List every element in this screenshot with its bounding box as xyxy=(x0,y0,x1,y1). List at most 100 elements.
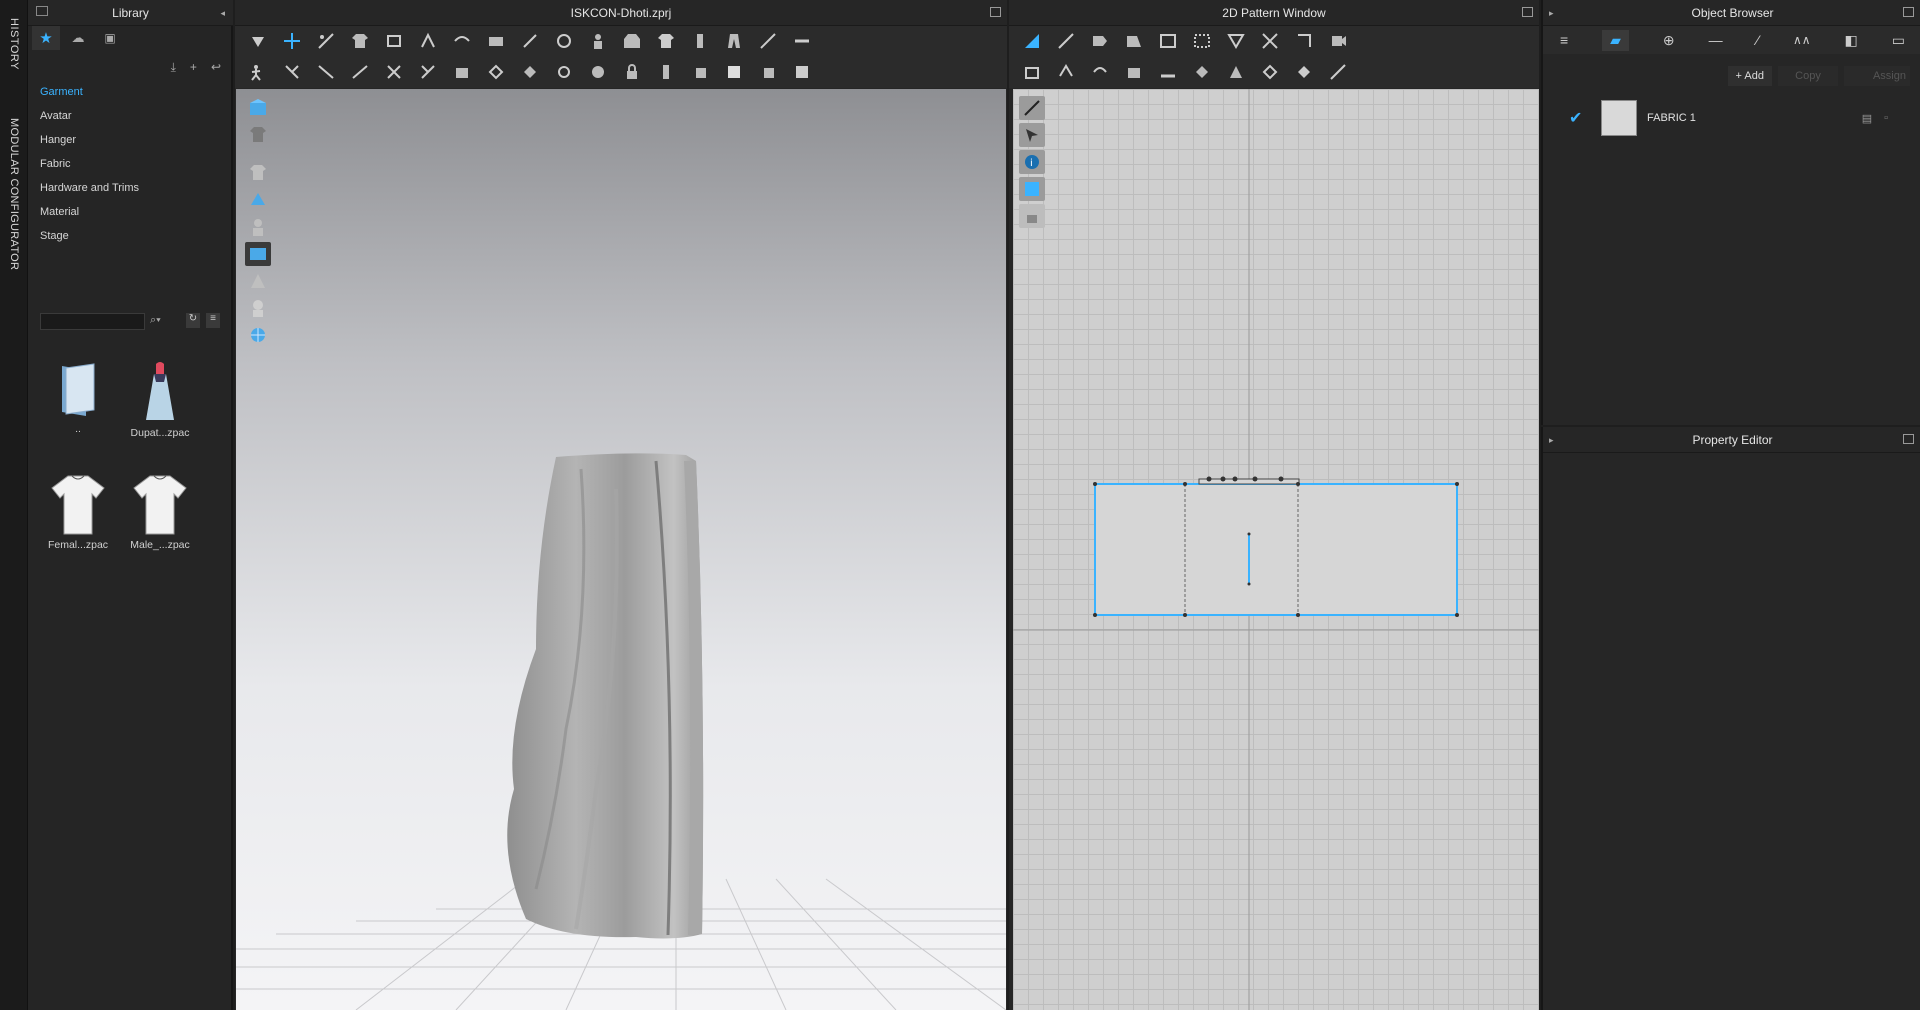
category-material[interactable]: Material xyxy=(28,200,233,224)
pattern-lock-icon[interactable] xyxy=(1019,204,1045,228)
zipper-tool-icon[interactable] xyxy=(483,61,509,83)
pattern-zipper-icon[interactable] xyxy=(1257,61,1283,83)
shirt-display-icon[interactable] xyxy=(245,123,271,147)
measure-tool-icon[interactable] xyxy=(755,30,781,52)
topstitch-tab-icon[interactable]: ⁄ xyxy=(1757,32,1759,48)
rectangle-icon[interactable] xyxy=(1121,30,1147,52)
category-hanger[interactable]: Hanger xyxy=(28,128,233,152)
fabric-delete-icon[interactable]: ▫ xyxy=(1884,112,1888,124)
pattern-line-icon[interactable] xyxy=(1325,61,1351,83)
pattern-free-icon[interactable] xyxy=(1121,61,1147,83)
button-tool-icon[interactable] xyxy=(449,61,475,83)
sewing-icon[interactable] xyxy=(279,61,305,83)
pin-tool-icon[interactable] xyxy=(517,30,543,52)
avatar-tool-icon[interactable] xyxy=(585,30,611,52)
segment-sewing-icon[interactable] xyxy=(313,61,339,83)
tack-tool-icon[interactable] xyxy=(415,30,441,52)
property-editor-expand-icon[interactable] xyxy=(1903,434,1914,444)
pattern-info-icon[interactable]: i xyxy=(1019,150,1045,174)
store-tab[interactable]: ▣ xyxy=(96,26,124,50)
checkmark-icon[interactable]: ✔ xyxy=(1569,108,1591,128)
zipper-tab-icon[interactable]: ▭ xyxy=(1892,32,1905,49)
pattern-texture-icon[interactable] xyxy=(1291,61,1317,83)
avatar-icon[interactable] xyxy=(245,215,271,239)
pattern-2d-canvas[interactable]: i xyxy=(1013,89,1539,1010)
brush-tool-icon[interactable] xyxy=(551,30,577,52)
shading-icon[interactable] xyxy=(245,269,271,293)
fold-tool-icon[interactable] xyxy=(381,30,407,52)
texture-tool-icon[interactable] xyxy=(721,61,747,83)
edit-point-icon[interactable] xyxy=(1053,30,1079,52)
fabric-edit-icon[interactable]: ▤ xyxy=(1862,112,1872,125)
pattern-elastic-icon[interactable] xyxy=(1155,61,1181,83)
internal-rect-icon[interactable] xyxy=(1189,30,1215,52)
pattern-brush-icon[interactable] xyxy=(1019,96,1045,120)
environment-icon[interactable] xyxy=(245,323,271,347)
lock-icon[interactable] xyxy=(619,61,645,83)
polygon-icon[interactable] xyxy=(1087,30,1113,52)
silhouette-icon[interactable] xyxy=(245,296,271,320)
library-item-parent-folder[interactable]: .. xyxy=(38,360,118,435)
internal-polygon-icon[interactable] xyxy=(1155,30,1181,52)
modular-configurator-tab[interactable]: MODULAR CONFIGURATOR xyxy=(8,118,20,270)
pattern-tool-icon[interactable] xyxy=(517,61,543,83)
object-browser-pin-icon[interactable]: ▸ xyxy=(1549,8,1554,19)
fabric-list-item[interactable]: ✔ FABRIC 1 ▤ ▫ xyxy=(1543,93,1920,143)
fabric-tab-icon[interactable]: ▰ xyxy=(1602,29,1629,51)
jacket-tool-icon[interactable] xyxy=(619,30,645,52)
fold-arrange-icon[interactable] xyxy=(1053,61,1079,83)
category-avatar[interactable]: Avatar xyxy=(28,104,233,128)
texture-transform-icon[interactable] xyxy=(789,61,815,83)
download-icon[interactable]: ⤓ xyxy=(171,60,176,75)
trim-tab-icon[interactable]: ◧ xyxy=(1845,32,1858,49)
texture-edit-icon[interactable] xyxy=(755,61,781,83)
puckering-tab-icon[interactable]: ∧∧ xyxy=(1793,33,1811,47)
assign-button[interactable]: Assign xyxy=(1844,66,1910,86)
pattern-segment-icon[interactable] xyxy=(1087,61,1113,83)
fabric-tool-icon[interactable] xyxy=(483,30,509,52)
trace-icon[interactable] xyxy=(1257,30,1283,52)
move-tool-icon[interactable] xyxy=(279,30,305,52)
property-editor-pin-icon[interactable]: ▸ xyxy=(1549,435,1554,446)
refresh-icon[interactable]: ↻ xyxy=(186,313,200,328)
cloud-tab[interactable]: ☁ xyxy=(64,26,92,50)
vest-tool-icon[interactable] xyxy=(687,30,713,52)
library-item-male[interactable]: Male_...zpac xyxy=(120,472,200,551)
avatar-display-icon[interactable] xyxy=(245,96,271,120)
back-icon[interactable]: ↩ xyxy=(211,60,221,75)
buttonhole-tab-icon[interactable]: — xyxy=(1709,32,1723,48)
seam-tool-icon[interactable] xyxy=(449,30,475,52)
viewport-3d-canvas[interactable] xyxy=(236,89,1006,1010)
dart-icon[interactable] xyxy=(1223,30,1249,52)
tack-icon[interactable] xyxy=(415,61,441,83)
tape-tool-icon[interactable] xyxy=(789,30,815,52)
garment-icon[interactable] xyxy=(347,30,373,52)
shirt-tool-icon[interactable] xyxy=(653,30,679,52)
copy-button[interactable]: Copy xyxy=(1778,66,1838,86)
library-pin-icon[interactable]: ◂ xyxy=(220,8,225,19)
search-icon[interactable]: ⌕▾ xyxy=(150,314,161,327)
pattern-2d-expand-icon[interactable] xyxy=(1522,7,1533,17)
pattern-button-icon[interactable] xyxy=(1223,61,1249,83)
category-stage[interactable]: Stage xyxy=(28,224,233,248)
fabric-display-icon[interactable] xyxy=(245,188,271,212)
edit-pattern-icon[interactable] xyxy=(313,30,339,52)
category-garment[interactable]: Garment xyxy=(28,80,233,104)
history-tab[interactable]: HISTORY xyxy=(8,18,20,70)
garment-display-icon[interactable] xyxy=(245,161,271,185)
list-view-icon[interactable]: ≡ xyxy=(206,313,220,328)
edit-sewing-icon[interactable] xyxy=(381,61,407,83)
viewport-3d-expand-icon[interactable] xyxy=(990,7,1001,17)
texture-display-icon[interactable] xyxy=(245,242,271,266)
pattern-tack-icon[interactable] xyxy=(1189,61,1215,83)
library-expand-icon[interactable] xyxy=(36,6,48,16)
pattern-select-icon[interactable] xyxy=(1019,123,1045,147)
library-item-female[interactable]: Femal...zpac xyxy=(38,472,118,551)
category-hardware-and-trims[interactable]: Hardware and Trims xyxy=(28,176,233,200)
pattern-texture-side-icon[interactable] xyxy=(1019,177,1045,201)
transform-pattern-icon[interactable] xyxy=(1019,30,1045,52)
ruler-icon[interactable] xyxy=(653,61,679,83)
notch-icon[interactable] xyxy=(1291,30,1317,52)
object-browser-expand-icon[interactable] xyxy=(1903,7,1914,17)
library-item-dupatta[interactable]: Dupat...zpac xyxy=(120,360,200,439)
